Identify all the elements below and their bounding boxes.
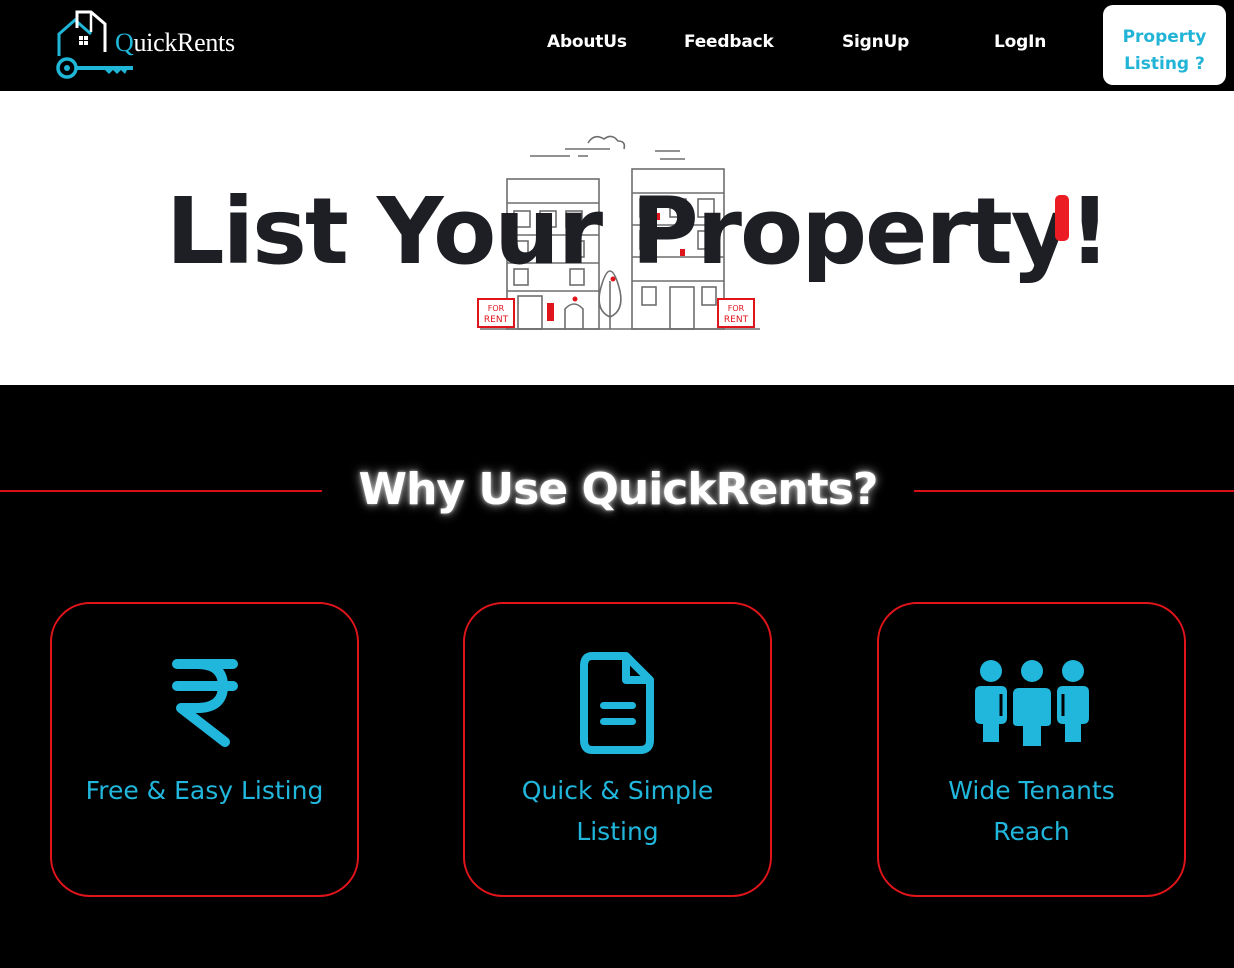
nav-log-in[interactable]: LogIn (994, 32, 1046, 52)
svg-text:RENT: RENT (724, 315, 749, 325)
svg-text:FOR: FOR (728, 304, 745, 313)
property-listing-button[interactable]: Property Listing ? (1103, 5, 1226, 85)
nav-about-us[interactable]: AboutUs (547, 32, 627, 52)
feature-card-quick-simple: Quick & Simple Listing (463, 602, 772, 897)
feature-label: Free & Easy Listing (85, 776, 324, 805)
navbar: QuickRents AboutUs Feedback SignUp LogIn… (0, 0, 1234, 91)
feature-label: Wide Tenants Reach (948, 776, 1115, 846)
logo[interactable]: QuickRents (55, 8, 255, 82)
users-group-icon (974, 660, 1089, 748)
typing-cursor (1055, 195, 1069, 241)
divider-line-left (0, 490, 322, 492)
for-rent-sign-left: FOR RENT (477, 298, 515, 328)
document-icon (579, 652, 654, 754)
brand-name: QuickRents (115, 28, 235, 57)
nav-feedback[interactable]: Feedback (684, 32, 774, 52)
feature-card-free-easy: Free & Easy Listing (50, 602, 359, 897)
rupee-icon (171, 659, 238, 747)
svg-text:FOR: FOR (488, 304, 505, 313)
for-rent-sign-right: FOR RENT (717, 298, 755, 328)
hero-title: List Your Property! (166, 178, 1111, 285)
feature-card-wide-reach: Wide Tenants Reach (877, 602, 1186, 897)
hero-banner: FOR RENT FOR RENT List Your Property! (0, 91, 1234, 385)
feature-label: Quick & Simple Listing (521, 776, 714, 846)
svg-text:RENT: RENT (484, 315, 509, 325)
nav-sign-up[interactable]: SignUp (842, 32, 909, 52)
why-section-title: Why Use QuickRents? (358, 464, 879, 515)
divider-line-right (914, 490, 1234, 492)
